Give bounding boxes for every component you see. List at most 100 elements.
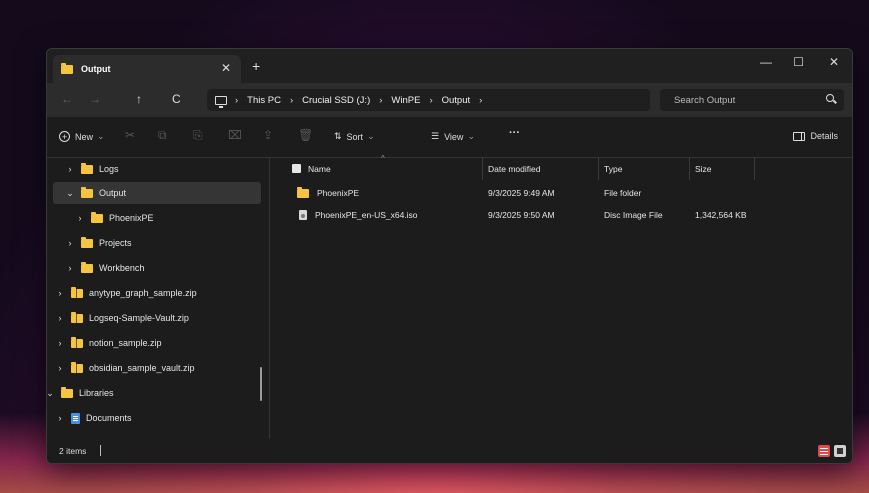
breadcrumb-drive[interactable]: Crucial SSD (J:): [302, 95, 370, 106]
more-options-button[interactable]: ···: [509, 127, 520, 139]
sidebar-item-notion-zip[interactable]: › notion_sample.zip: [53, 332, 263, 354]
zip-folder-icon: [71, 286, 83, 298]
close-window-button[interactable]: ✕: [829, 55, 839, 69]
sort-icon: ⇅: [334, 131, 342, 141]
status-bar: 2 items: [47, 439, 852, 463]
minimize-button[interactable]: —: [760, 55, 772, 69]
folder-icon: [81, 162, 93, 174]
table-row[interactable]: PhoenixPE 9/3/2025 9:49 AM File folder: [270, 182, 852, 204]
breadcrumb-winpe[interactable]: WinPE: [391, 95, 420, 106]
select-all-checkbox[interactable]: [292, 164, 301, 173]
copy-icon[interactable]: ⧉: [158, 128, 167, 143]
breadcrumb-separator[interactable]: ›: [479, 95, 482, 106]
command-bar: + New ⌄ ✂ ⧉ ⎘ ⌧ ⇪ 🗑 ⇅ Sort ⌄ ☰ View ⌄ ··…: [47, 117, 852, 158]
sidebar-item-label: anytype_graph_sample.zip: [89, 288, 197, 298]
file-name-cell: PhoenixPE_en-US_x64.iso: [299, 210, 418, 220]
breadcrumb-separator[interactable]: ›: [429, 95, 432, 106]
chevron-down-icon[interactable]: ⌄: [63, 188, 77, 199]
sidebar-item-documents[interactable]: › Documents: [53, 407, 253, 429]
details-label: Details: [810, 131, 838, 141]
search-input[interactable]: [674, 94, 814, 106]
delete-icon[interactable]: 🗑: [298, 128, 313, 142]
chevron-right-icon[interactable]: ›: [73, 213, 87, 223]
column-divider[interactable]: [689, 158, 690, 180]
breadcrumb-separator[interactable]: ›: [235, 95, 238, 106]
chevron-right-icon[interactable]: ›: [53, 338, 67, 348]
chevron-right-icon[interactable]: ›: [53, 413, 67, 423]
column-header-type[interactable]: Type: [604, 164, 622, 174]
chevron-right-icon[interactable]: ›: [63, 164, 77, 174]
details-view-icon[interactable]: [818, 445, 830, 457]
sidebar-item-projects[interactable]: › Projects: [63, 232, 263, 254]
file-name-cell: PhoenixPE: [297, 186, 359, 198]
refresh-button[interactable]: C: [172, 92, 181, 106]
type-cell: Disc Image File: [604, 210, 663, 220]
sidebar-item-label: obsidian_sample_vault.zip: [89, 363, 195, 373]
sidebar-item-label: Projects: [99, 238, 132, 248]
maximize-button[interactable]: ☐: [793, 55, 804, 69]
paste-icon[interactable]: ⎘: [193, 128, 203, 143]
back-button[interactable]: ←: [61, 92, 73, 106]
column-divider[interactable]: [754, 158, 755, 180]
chevron-down-icon[interactable]: ⌄: [47, 388, 57, 399]
tab-output[interactable]: Output ✕: [53, 55, 241, 83]
column-divider[interactable]: [482, 158, 483, 180]
tab-title: Output: [81, 64, 111, 74]
chevron-right-icon[interactable]: ›: [63, 263, 77, 273]
sidebar-item-obsidian-zip[interactable]: › obsidian_sample_vault.zip: [53, 357, 258, 379]
share-icon[interactable]: ⇪: [263, 128, 273, 142]
tab-close-button[interactable]: ✕: [221, 61, 231, 75]
breadcrumb-output[interactable]: Output: [442, 95, 471, 106]
tiles-view-icon[interactable]: [834, 445, 846, 457]
folder-icon: [61, 62, 73, 74]
table-row[interactable]: PhoenixPE_en-US_x64.iso 9/3/2025 9:50 AM…: [270, 204, 852, 226]
chevron-right-icon[interactable]: ›: [53, 288, 67, 298]
disc-image-icon: [299, 210, 307, 220]
breadcrumb-separator[interactable]: ›: [379, 95, 382, 106]
sidebar-item-label: PhoenixPE: [109, 213, 154, 223]
sidebar-item-logs[interactable]: › Logs: [63, 158, 263, 180]
chevron-down-icon: ⌄: [467, 131, 475, 141]
sidebar-item-phoenixpe[interactable]: › PhoenixPE: [73, 207, 263, 229]
monitor-icon[interactable]: [215, 95, 227, 108]
column-header-size[interactable]: Size: [695, 164, 712, 174]
search-icon[interactable]: [826, 94, 834, 102]
up-button[interactable]: ↑: [136, 92, 142, 106]
sidebar-item-label: notion_sample.zip: [89, 338, 162, 348]
zip-folder-icon: [71, 311, 83, 323]
sidebar-item-libraries[interactable]: ⌄ Libraries: [47, 382, 253, 404]
sidebar-item-logseq-zip[interactable]: › Logseq-Sample-Vault.zip: [53, 307, 263, 329]
breadcrumb-this-pc[interactable]: This PC: [247, 95, 281, 106]
navigation-pane: › Logs ⌄ Output › PhoenixPE › Projects ›…: [47, 158, 269, 441]
breadcrumb[interactable]: › This PC › Crucial SSD (J:) › WinPE › O…: [207, 89, 650, 111]
details-button[interactable]: Details: [793, 131, 838, 141]
sidebar-item-label: Output: [99, 188, 127, 198]
sidebar-item-anytype-zip[interactable]: › anytype_graph_sample.zip: [53, 282, 263, 304]
column-divider[interactable]: [598, 158, 599, 180]
view-button[interactable]: ☰ View ⌄: [431, 131, 475, 142]
sidebar-scrollbar[interactable]: [260, 367, 262, 401]
column-header-date[interactable]: Date modified: [488, 164, 540, 174]
chevron-right-icon[interactable]: ›: [53, 313, 67, 323]
chevron-down-icon: ⌄: [97, 131, 105, 141]
status-divider: [100, 445, 101, 456]
sidebar-item-output[interactable]: ⌄ Output: [53, 182, 261, 204]
sidebar-item-label: Logseq-Sample-Vault.zip: [89, 313, 189, 323]
column-header-name[interactable]: Name: [308, 164, 331, 174]
zip-folder-icon: [71, 336, 83, 348]
sidebar-item-workbench[interactable]: › Workbench: [63, 257, 263, 279]
new-button[interactable]: + New ⌄: [59, 131, 105, 142]
chevron-right-icon[interactable]: ›: [63, 238, 77, 248]
forward-button[interactable]: →: [89, 92, 101, 106]
search-box[interactable]: [660, 89, 844, 111]
cut-icon[interactable]: ✂: [125, 128, 135, 142]
chevron-right-icon[interactable]: ›: [53, 363, 67, 373]
breadcrumb-separator[interactable]: ›: [290, 95, 293, 106]
column-header-row: ^ Name Date modified Type Size: [270, 154, 852, 180]
rename-icon[interactable]: ⌧: [228, 128, 242, 142]
sort-button[interactable]: ⇅ Sort ⌄: [334, 131, 375, 142]
new-tab-button[interactable]: +: [252, 58, 260, 74]
date-modified-cell: 9/3/2025 9:50 AM: [488, 210, 555, 220]
sidebar-item-label: Documents: [86, 413, 132, 423]
new-label: New: [75, 131, 94, 142]
